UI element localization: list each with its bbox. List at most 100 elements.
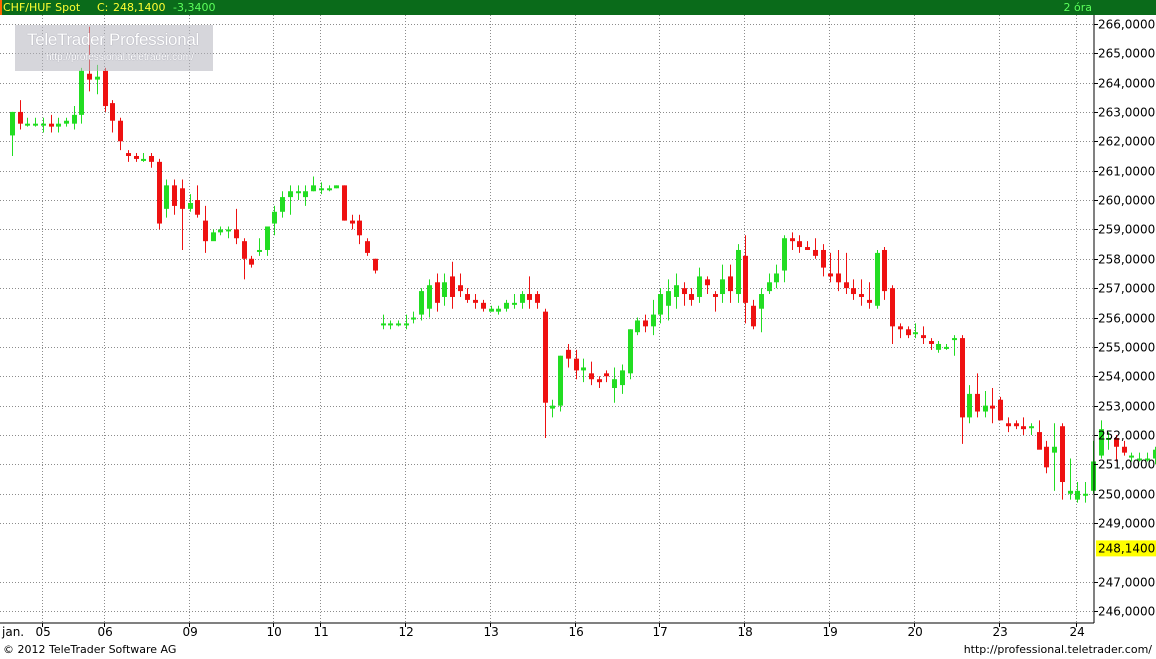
time-axis: jan. 05 06 09 10 11 12 13 16 17 18 19 20 23 24 [1,623,1085,639]
x-tick-label: 12 [399,625,414,639]
candle-body [172,185,177,206]
candle-body [898,326,903,330]
logo-brand: TeleTrader Professional [27,30,199,49]
candle-body [612,379,617,389]
y-tick-label: 261,0000 [1098,165,1155,179]
candle-body [535,294,540,303]
y-tick-label: 252,0000 [1098,429,1155,443]
candle-body [257,249,262,252]
candle-body [496,308,501,312]
candle-body [342,185,347,221]
candle-body [1029,426,1034,429]
candle-body [859,294,864,297]
candle-body [211,232,216,242]
candle-body [334,185,339,189]
candle-body [743,255,748,303]
candle-body [967,393,972,418]
y-tick-label: 247,0000 [1098,576,1155,590]
candle-body [651,314,656,327]
candle-body [110,103,115,121]
candle-body [272,211,277,224]
candle-body [141,158,146,161]
candle-body [960,338,965,418]
x-tick-label: 24 [1070,625,1085,639]
x-tick-label: 10 [267,625,282,639]
candle-body [87,73,92,80]
candle-body [134,155,139,159]
candle-body [713,294,718,297]
candle-body [419,291,424,315]
candle-body [836,273,841,283]
interval-label[interactable]: 2 óra [1064,0,1093,15]
y-tick-label: 246,0000 [1098,605,1155,619]
candle-body [983,405,988,412]
y-tick-label: 254,0000 [1098,370,1155,384]
candlestick-chart: 266,0000 265,0000 264,0000 263,0000 262,0000… [0,15,1156,639]
x-tick-label: 23 [993,625,1008,639]
close-label: C: [97,1,109,14]
candle-body [481,302,486,309]
y-tick-label: 250,0000 [1098,488,1155,502]
chart-header: CHF/HUF Spot C: 248,1400 -3,3400 2 óra [0,0,1156,15]
candle-body [350,220,355,224]
close-value: 248,1400 [113,1,166,14]
candle-body [975,393,980,412]
candle-body [782,238,787,271]
y-tick-label: 256,0000 [1098,312,1155,326]
candle-body [49,123,54,127]
candle-body [157,161,162,224]
candle-body [828,273,833,277]
candle-body [473,299,478,303]
x-tick-label: 09 [183,625,198,639]
y-tick-label: 258,0000 [1098,253,1155,267]
symbol-label[interactable]: CHF/HUF Spot [3,0,80,15]
candle-body [234,229,239,239]
candle-body [643,320,648,327]
header-accent [0,0,2,15]
change-value: -3,3400 [173,1,216,14]
candle-body [95,76,100,80]
candle-body [921,335,926,339]
candle-body [751,305,756,327]
candle-body [635,320,640,333]
candle-body [929,341,934,344]
candle-body [620,370,625,386]
last-price-label: 248,1400 [1098,541,1155,555]
footer-url[interactable]: http://professional.teletrader.com/ [964,643,1152,656]
candle-body [411,317,416,320]
candle-body [296,191,301,194]
candle-body [357,220,362,236]
y-tick-label: 253,0000 [1098,400,1155,414]
x-tick-label: 16 [569,625,584,639]
x-tick-label: 05 [36,625,51,639]
y-tick-label: 251,0000 [1098,458,1155,472]
candle-body [203,220,208,242]
candle-body [265,226,270,250]
candle-body [303,191,308,198]
candle-body [597,379,602,383]
candle-body [527,294,532,300]
candle-body [805,247,810,250]
candle-body [1122,446,1127,453]
candle-body [797,241,802,248]
candle-body [759,294,764,309]
candle-body [504,302,509,309]
candle-body [736,249,741,295]
candle-body [242,241,247,259]
footer-bar: © 2012 TeleTrader Software AG http://pro… [0,641,1156,659]
candle-body [574,358,579,371]
candle-body [1052,446,1057,453]
candle-body [72,114,77,124]
candle-body [875,252,880,306]
candle-body [689,294,694,300]
candle-body [566,349,571,359]
x-tick-label: 20 [908,625,923,639]
candle-body [118,120,123,142]
x-tick-label: 11 [314,625,329,639]
candle-body [288,191,293,198]
candle-body [543,311,548,403]
candle-body [489,308,494,312]
candle-body [674,285,679,297]
candle-body [990,405,995,409]
candle-body [311,185,316,192]
